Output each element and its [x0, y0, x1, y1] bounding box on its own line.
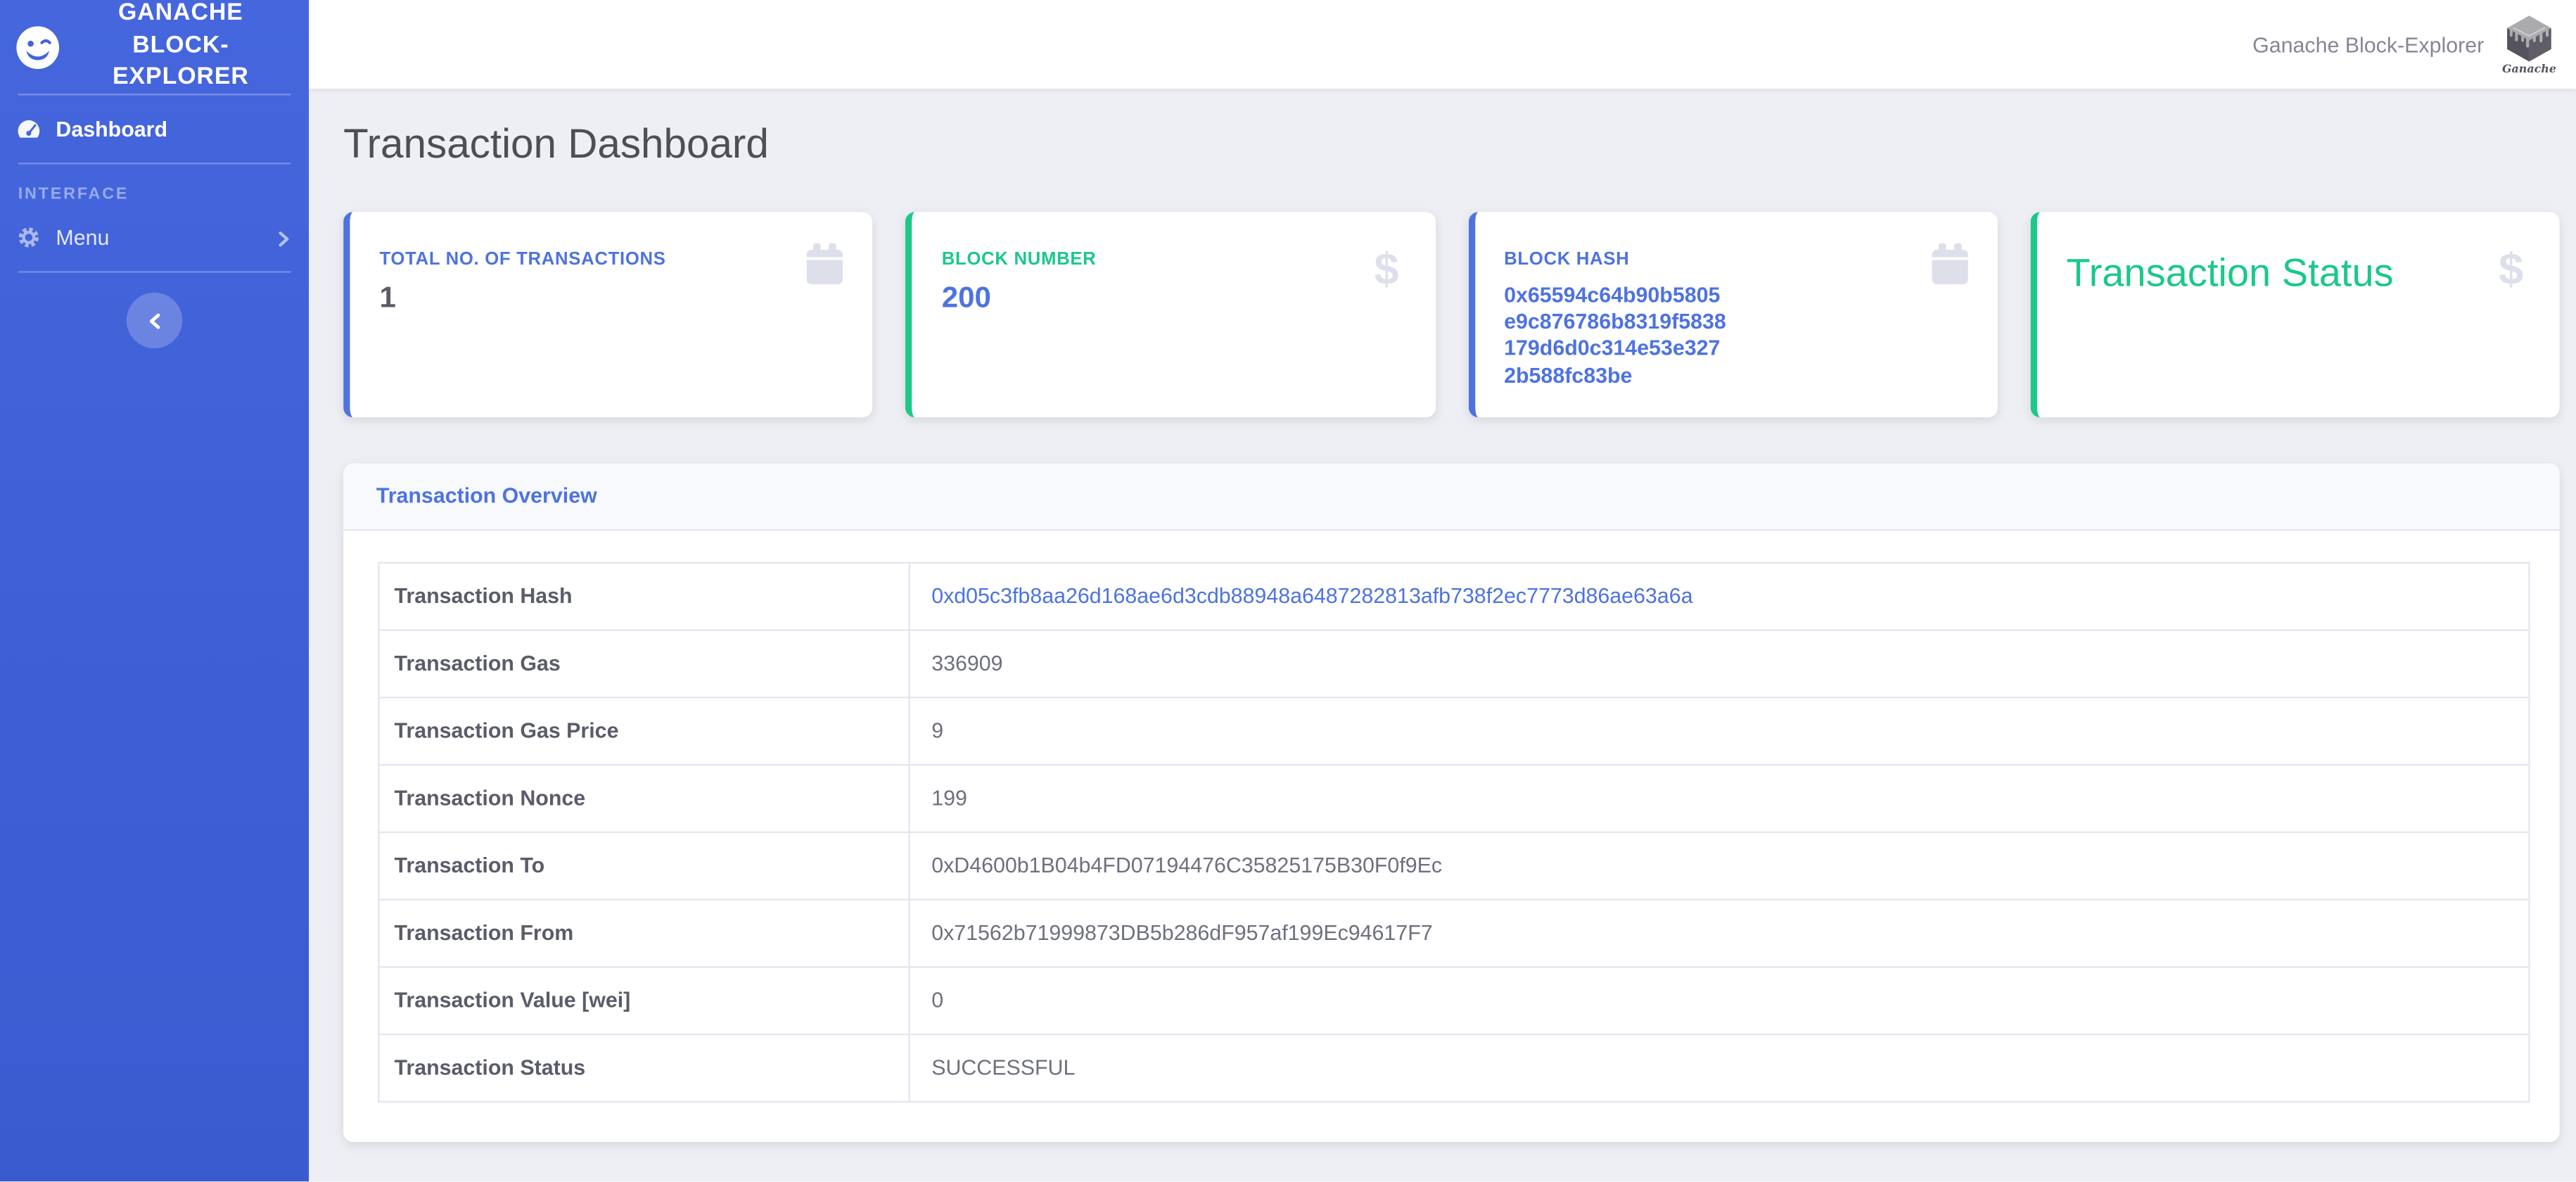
panel-title: Transaction Overview — [376, 483, 597, 508]
row-label: Transaction From — [378, 899, 909, 967]
panel-header: Transaction Overview — [343, 463, 2560, 530]
app-viewport: Ganache Block-Explorer Dashboard INTERFA… — [0, 0, 2576, 1182]
topbar: Ganache Block-Explorer Ganache — [309, 0, 2576, 89]
sidebar: Ganache Block-Explorer Dashboard INTERFA… — [0, 0, 309, 1182]
card-block-number: BLOCK NUMBER 200 $ — [905, 212, 1435, 417]
card-label: TOTAL NO. OF TRANSACTIONS — [379, 249, 843, 269]
ganache-logo-caption: Ganache — [2502, 63, 2556, 75]
card-transaction-status: Transaction Status $ — [2030, 212, 2560, 417]
row-label: Transaction Value [wei] — [378, 967, 909, 1034]
row-label: Transaction Nonce — [378, 765, 909, 832]
table-row: Transaction To0xD4600b1B04b4FD07194476C3… — [378, 832, 2529, 899]
sidebar-section-heading: INTERFACE — [18, 186, 291, 204]
row-label: Transaction Hash — [378, 562, 909, 630]
sidebar-item-dashboard[interactable]: Dashboard — [0, 95, 309, 163]
row-value: 0 — [910, 967, 2530, 1034]
transaction-hash-link[interactable]: 0xd05c3fb8aa26d168ae6d3cdb88948a64872828… — [910, 562, 2530, 630]
card-label: Transaction Status — [2066, 251, 2530, 298]
card-total-transactions: TOTAL NO. OF TRANSACTIONS 1 — [343, 212, 873, 417]
row-label: Transaction To — [378, 832, 909, 899]
row-value: 0x71562b71999873DB5b286dF957af199Ec94617… — [910, 899, 2530, 967]
table-row: Transaction StatusSUCCESSFUL — [378, 1034, 2529, 1102]
tachometer-icon — [16, 117, 41, 141]
card-label: BLOCK HASH — [1504, 249, 1968, 269]
card-value: 0x65594c64b90b5805e9c876786b8319f5838179… — [1504, 282, 1728, 389]
transaction-details-table: Transaction Hash0xd05c3fb8aa26d168ae6d3c… — [378, 561, 2530, 1102]
row-label: Transaction Gas — [378, 630, 909, 697]
sidebar-brand-link[interactable]: Ganache Block-Explorer — [0, 0, 309, 94]
chevron-right-icon — [274, 229, 293, 247]
card-block-hash: BLOCK HASH 0x65594c64b90b5805e9c876786b8… — [1468, 212, 1998, 417]
main-content: Transaction Dashboard TOTAL NO. OF TRANS… — [309, 89, 2576, 1182]
table-row: Transaction From0x71562b71999873DB5b286d… — [378, 899, 2529, 967]
row-label: Transaction Gas Price — [378, 697, 909, 765]
row-label: Transaction Status — [378, 1034, 909, 1102]
ganache-logo-icon: Ganache — [2502, 14, 2556, 75]
row-value: 9 — [910, 697, 2530, 765]
chevron-left-icon — [146, 312, 164, 330]
stat-cards-row: TOTAL NO. OF TRANSACTIONS 1 BLOCK NUMBER… — [343, 212, 2560, 417]
laugh-wink-icon — [16, 25, 59, 68]
dollar-icon: $ — [1375, 248, 1399, 292]
panel-body: Transaction Hash0xd05c3fb8aa26d168ae6d3c… — [343, 530, 2560, 1142]
row-value: 336909 — [910, 630, 2530, 697]
sidebar-item-label: Dashboard — [56, 117, 167, 141]
table-row: Transaction Nonce199 — [378, 765, 2529, 832]
sidebar-divider — [18, 163, 291, 164]
transaction-overview-panel: Transaction Overview Transaction Hash0xd… — [343, 463, 2560, 1142]
card-value: 200 — [942, 282, 1405, 314]
calendar-icon — [807, 243, 843, 284]
page-title: Transaction Dashboard — [343, 122, 2560, 169]
table-row: Transaction Gas336909 — [378, 630, 2529, 697]
table-row: Transaction Hash0xd05c3fb8aa26d168ae6d3c… — [378, 562, 2529, 630]
row-value: 0xD4600b1B04b4FD07194476C35825175B30F0f9… — [910, 832, 2530, 899]
dollar-icon: $ — [2499, 248, 2523, 292]
sidebar-item-menu[interactable]: Menu — [0, 204, 309, 272]
gear-icon — [16, 225, 41, 250]
sidebar-divider — [18, 271, 291, 272]
sidebar-collapse-button[interactable] — [127, 293, 182, 348]
card-value: 1 — [379, 282, 843, 314]
sidebar-item-label: Menu — [56, 225, 109, 250]
card-label: BLOCK NUMBER — [942, 249, 1405, 269]
calendar-icon — [1932, 243, 1968, 284]
row-value: 199 — [910, 765, 2530, 832]
sidebar-brand-title: Ganache Block-Explorer — [69, 0, 293, 95]
table-row: Transaction Value [wei]0 — [378, 967, 2529, 1034]
row-value: SUCCESSFUL — [910, 1034, 2530, 1102]
table-row: Transaction Gas Price9 — [378, 697, 2529, 765]
topbar-title: Ganache Block-Explorer — [2252, 32, 2484, 57]
